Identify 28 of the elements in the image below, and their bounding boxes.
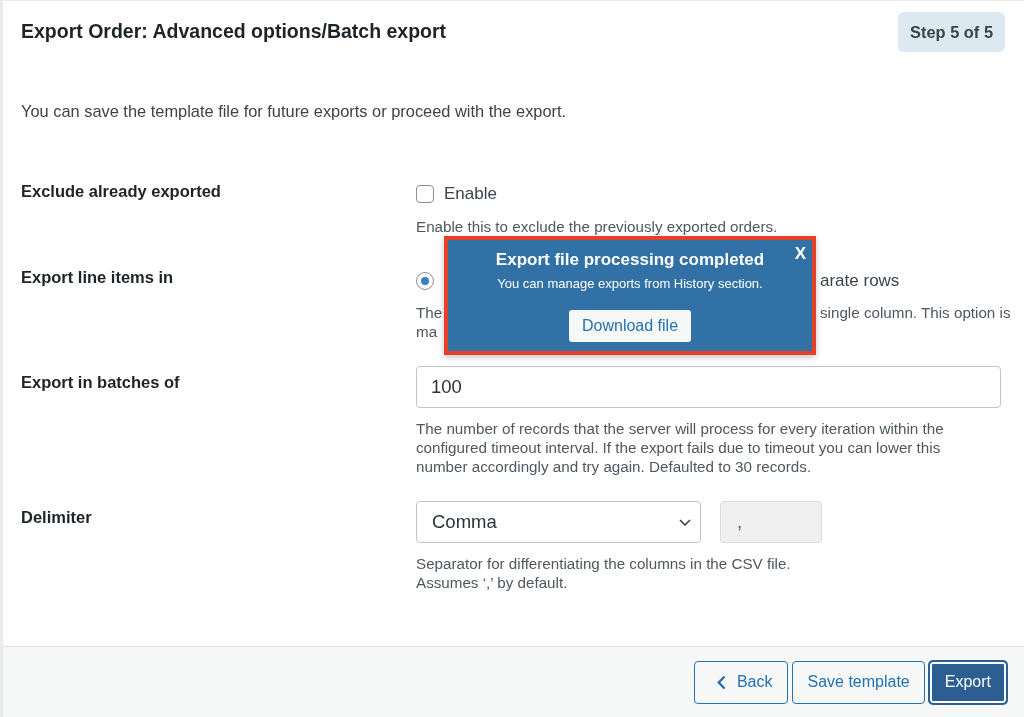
popup-message: You can manage exports from History section. [497,275,763,293]
help-text: The [416,303,443,322]
step-badge: Step 5 of 5 [898,12,1005,52]
radio-button[interactable] [416,272,434,290]
field-label: Export line items in [21,268,174,286]
dropdown[interactable]: Comma [416,501,701,543]
help-text: single column. This option is [820,303,1011,322]
number-input[interactable]: 100 [416,366,1001,408]
export-button[interactable]: Export [928,660,1007,704]
checkbox-label: Enable [444,184,497,204]
chevron-down-icon [679,518,691,526]
field-label: Export in batches of [21,373,180,391]
radio-label: arate rows [820,271,900,291]
back-button[interactable]: Back [693,660,789,704]
popup-title: Export file processing completed [495,249,765,271]
field-label: Delimiter [21,508,92,526]
close-button[interactable]: X [791,244,809,264]
save-template-button[interactable]: Save template [792,660,925,704]
help-text: ma [416,322,438,341]
field-label: Exclude already exported [21,182,221,200]
page-title: Export Order: Advanced options/Batch export [21,19,447,43]
chevron-left-icon [716,674,726,690]
help-text: Separator for differentiating the columns in the CSV file. Assumes ‘,’ by default. [416,554,791,592]
checkbox[interactable] [416,185,434,203]
download-button[interactable]: Download file [568,310,692,342]
description-text: You can save the template file for future exports or proceed with the export. [21,102,567,120]
help-text: The number of records that the server will process for every iteration within the configured timeout interval. If the export fails due to timeout you can lower this number accordingly and try again. Defaulted to 30 records. [416,419,944,476]
help-text: Enable this to exclude the previously exported orders. [416,217,778,236]
